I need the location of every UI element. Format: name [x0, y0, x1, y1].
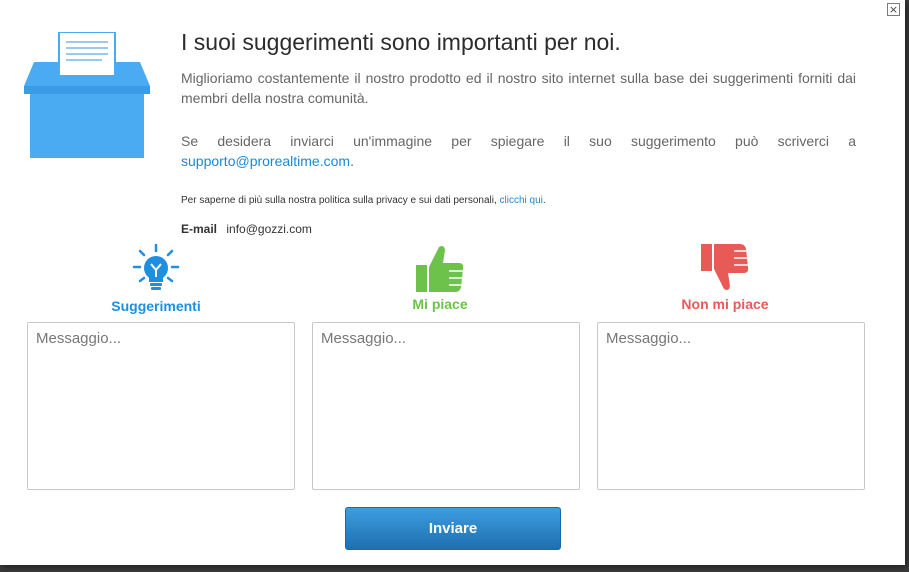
privacy-text: Per saperne di più sulla nostra politica… [181, 195, 497, 206]
dialog-title: I suoi suggerimenti sono importanti per … [181, 29, 621, 55]
image-note: Se desidera inviarci un'immagine per spi… [181, 131, 856, 171]
category-suggestions: Suggerimenti [56, 243, 256, 314]
privacy-link[interactable]: clicchi qui [500, 195, 543, 206]
lightbulb-icon [132, 243, 180, 290]
privacy-note: Per saperne di più sulla nostra politica… [181, 195, 546, 206]
submit-button[interactable]: Inviare [345, 507, 561, 550]
like-message-field[interactable] [312, 322, 580, 490]
image-note-period: . [350, 153, 354, 169]
close-icon[interactable]: × [887, 3, 900, 16]
suggestion-message-field[interactable] [27, 322, 295, 490]
email-label: E-mail [181, 222, 218, 236]
category-label-suggestions: Suggerimenti [111, 298, 201, 314]
ballot-box-icon [24, 32, 150, 158]
image-note-text: Se desidera inviarci un'immagine per spi… [181, 133, 856, 149]
category-label-like: Mi piace [412, 296, 468, 312]
dislike-message-field[interactable] [597, 322, 865, 490]
support-email-link[interactable]: supporto@prorealtime.com [181, 153, 350, 169]
privacy-period: . [542, 195, 546, 206]
email-value: info@gozzi.com [226, 222, 312, 236]
category-label-dislike: Non mi piace [681, 296, 769, 312]
feedback-dialog: × I suoi suggerimenti sono importanti pe… [0, 0, 905, 565]
email-row: E-mail info@gozzi.com [181, 222, 312, 236]
thumbs-up-icon [416, 246, 464, 292]
category-like: Mi piace [340, 243, 540, 312]
intro-text: Miglioriamo costantemente il nostro prod… [181, 70, 856, 106]
category-dislike: Non mi piace [625, 243, 825, 312]
thumbs-down-icon [701, 244, 749, 290]
